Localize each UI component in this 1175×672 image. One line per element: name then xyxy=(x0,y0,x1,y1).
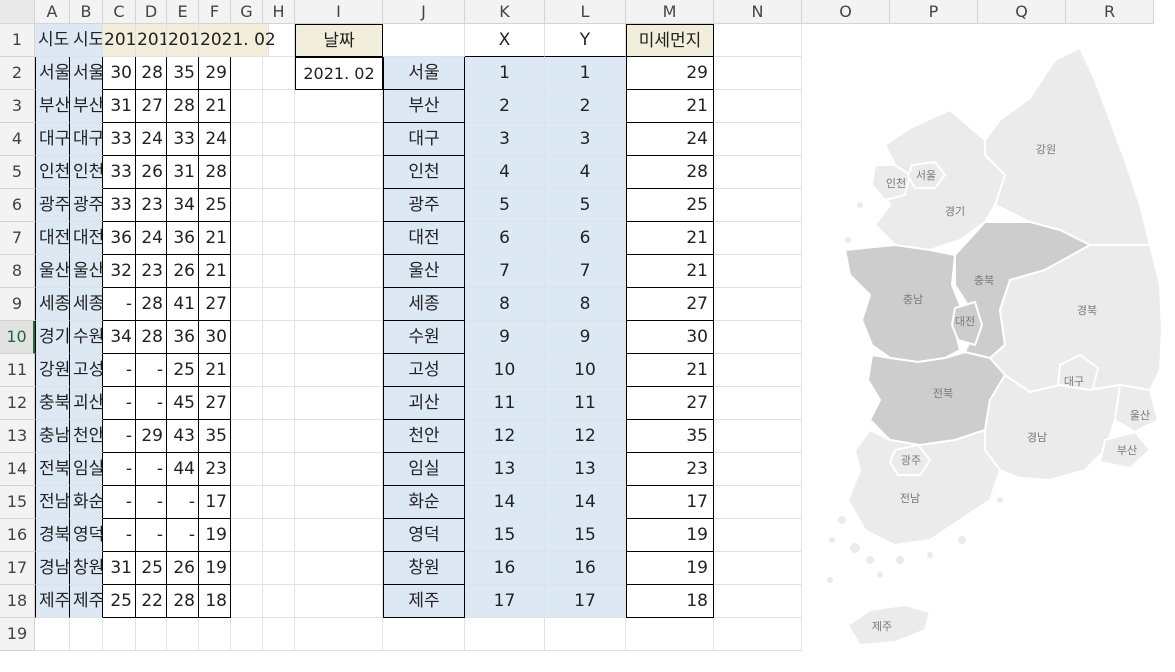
korea-map-chart[interactable]: 서울 인천 경기 강원 충북 충남 대전 경북 대구 울산 전북 경남 부산 광… xyxy=(0,0,1175,672)
label-daejeon: 대전 xyxy=(955,315,975,328)
label-jeju: 제주 xyxy=(872,620,892,633)
region-gyeongnam[interactable] xyxy=(984,373,1122,482)
label-jeonnam: 전남 xyxy=(900,492,920,505)
label-chungbuk: 충북 xyxy=(974,274,994,287)
label-gangwon: 강원 xyxy=(1036,143,1056,156)
label-jeonbuk: 전북 xyxy=(933,387,953,400)
label-gyeonggi: 경기 xyxy=(945,205,965,218)
label-gyeongbuk: 경북 xyxy=(1077,304,1097,317)
label-chungnam: 충남 xyxy=(903,293,923,306)
label-incheon: 인천 xyxy=(886,176,906,190)
region-jeonnam[interactable] xyxy=(846,428,1002,547)
label-gyeongnam: 경남 xyxy=(1027,431,1047,444)
label-gwangju: 광주 xyxy=(901,454,921,467)
region-gangwon[interactable] xyxy=(984,46,1152,246)
label-seoul: 서울 xyxy=(916,169,936,182)
label-daegu: 대구 xyxy=(1064,375,1084,388)
label-busan: 부산 xyxy=(1117,444,1137,457)
label-ulsan: 울산 xyxy=(1130,409,1150,422)
